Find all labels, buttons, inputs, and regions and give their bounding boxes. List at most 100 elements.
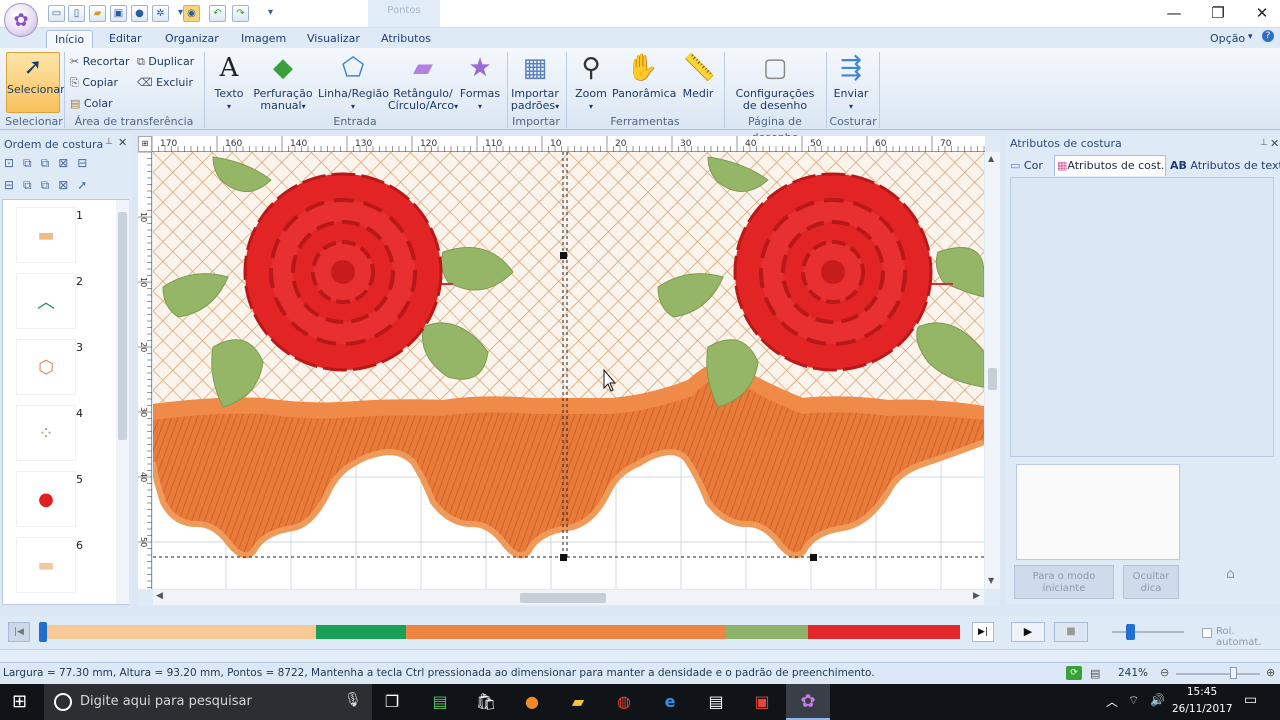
start-mode-button[interactable]: Para o modo iniciante bbox=[1014, 565, 1114, 599]
tab-sewing-attributes[interactable]: ▦Atributos de cost... bbox=[1054, 155, 1166, 176]
zoom-slider-thumb[interactable] bbox=[1230, 667, 1237, 679]
paste-button[interactable]: ▤ Colar bbox=[70, 95, 113, 113]
order-item-thumbnail[interactable]: ︿ bbox=[16, 273, 76, 329]
spreadsheet-app-icon[interactable]: ▤ bbox=[426, 688, 454, 716]
pan-button[interactable]: ✋ Panorâmica bbox=[612, 52, 676, 100]
circle-icon[interactable]: ● bbox=[131, 5, 148, 22]
close-icon[interactable]: ✕ bbox=[1270, 137, 1279, 150]
open-folder-icon[interactable]: ▰ bbox=[89, 5, 106, 22]
speed-slider-track[interactable] bbox=[1112, 631, 1184, 633]
zoom-slider-track[interactable] bbox=[1176, 673, 1260, 675]
color-sequence-bar[interactable] bbox=[42, 625, 960, 639]
rect-circle-arc-button[interactable]: ▰ Retângulo/Círculo/Arco▾ bbox=[388, 52, 458, 113]
chevron-down-icon[interactable]: ▾ bbox=[1248, 32, 1253, 42]
action-center-icon[interactable]: ▭ bbox=[1244, 692, 1257, 708]
order-item-thumbnail[interactable]: ⁘ bbox=[16, 405, 76, 461]
design-settings-button[interactable]: ▢ Configurações de desenho bbox=[730, 52, 820, 112]
task-view-icon[interactable]: ❐ bbox=[378, 688, 406, 716]
skip-start-button[interactable]: |◀ bbox=[8, 622, 30, 642]
panel-splitter[interactable] bbox=[0, 649, 1280, 662]
document-icon[interactable]: ▤ bbox=[1090, 664, 1100, 684]
app-menu-button[interactable]: ✿ bbox=[4, 3, 38, 37]
show-hidden-icons[interactable]: ︿ bbox=[1106, 693, 1118, 710]
zoom-in-icon[interactable]: ⊕ bbox=[1266, 663, 1275, 683]
chrome-icon[interactable]: ◍ bbox=[610, 688, 638, 716]
copy-button[interactable]: ⎘ Copiar bbox=[70, 74, 118, 92]
windows-start-icon[interactable]: ⊞ bbox=[12, 692, 32, 712]
wifi-icon[interactable]: ⌔ bbox=[1128, 693, 1139, 708]
media-app-icon[interactable]: ▣ bbox=[748, 688, 776, 716]
close-icon[interactable]: ✕ bbox=[118, 136, 127, 149]
speed-slider-thumb[interactable] bbox=[1126, 624, 1135, 640]
send-button[interactable]: ⇶ Enviar ▾ bbox=[830, 52, 872, 113]
import-patterns-button[interactable]: ▦ Importar padrões▾ bbox=[510, 52, 560, 113]
play-button[interactable]: ▶ bbox=[1011, 622, 1045, 642]
measure-button[interactable]: 📏 Medir bbox=[676, 52, 720, 100]
tab-text-attributes[interactable]: AB Atributos de texto bbox=[1170, 156, 1280, 176]
redo-icon[interactable]: ↷ bbox=[232, 5, 249, 22]
duplicate-button[interactable]: ⧉ Duplicar bbox=[137, 53, 194, 71]
timeline-slider-thumb[interactable] bbox=[39, 622, 47, 642]
embroidery-app-taskbar-icon[interactable]: ✿ bbox=[786, 684, 830, 720]
file-explorer-icon[interactable]: ▰ bbox=[564, 688, 592, 716]
option-menu[interactable]: Opção bbox=[1202, 30, 1253, 48]
tab-color[interactable]: ▭ Cor bbox=[1010, 156, 1043, 176]
text-button[interactable]: A Texto ▾ bbox=[209, 52, 249, 113]
store-icon[interactable]: 🛍 bbox=[472, 688, 500, 716]
maximize-button[interactable]: ❐ bbox=[1196, 2, 1240, 24]
order-toolbar-row-2[interactable]: ⊟⧉⧉⊠➚ bbox=[4, 178, 128, 196]
canvas-horizontal-scrollbar[interactable]: ◀ ▶ bbox=[153, 590, 984, 605]
microphone-icon[interactable]: 🎙 bbox=[344, 692, 362, 708]
volume-icon[interactable]: 🔊 bbox=[1150, 693, 1165, 707]
cut-button[interactable]: ✂ Recortar bbox=[70, 53, 130, 71]
order-toolbar-row-1[interactable]: ⊡⧉⧉⊠⊟ bbox=[4, 156, 128, 174]
select-button[interactable]: ➚ Selecionar bbox=[6, 52, 65, 113]
tab-editar[interactable]: Editar bbox=[101, 30, 150, 48]
undo-icon[interactable]: ↶ bbox=[209, 5, 226, 22]
auto-scroll-checkbox[interactable] bbox=[1202, 628, 1212, 638]
edge-icon[interactable]: e bbox=[656, 688, 684, 716]
help-icon[interactable]: ? bbox=[1262, 30, 1274, 42]
refresh-icon[interactable]: ⟳ bbox=[1066, 666, 1082, 680]
line-region-button[interactable]: ⬠ Linha/Região ▾ bbox=[318, 52, 389, 113]
window-icon[interactable]: ▭ bbox=[48, 5, 65, 22]
zoom-button[interactable]: ⚲ Zoom ▾ bbox=[570, 52, 612, 113]
clock-time[interactable]: 15:45 bbox=[1176, 686, 1228, 698]
delete-button[interactable]: ⌫ Excluir bbox=[137, 74, 193, 92]
color-segment[interactable] bbox=[315, 625, 406, 639]
notepad-icon[interactable]: ▤ bbox=[702, 688, 730, 716]
color-segment[interactable] bbox=[807, 625, 960, 639]
gear-icon[interactable]: ✲ bbox=[152, 5, 169, 22]
tab-atributos[interactable]: Atributos bbox=[373, 30, 439, 48]
clock-date[interactable]: 26/11/2017 bbox=[1172, 703, 1233, 715]
stop-button[interactable]: ■ bbox=[1054, 622, 1088, 642]
shapes-button[interactable]: ★ Formas ▾ bbox=[458, 52, 502, 113]
manual-punch-button[interactable]: ◆ Perfuração manual▾ bbox=[252, 52, 314, 113]
skip-end-button[interactable]: ▶| bbox=[972, 622, 994, 642]
design-canvas[interactable] bbox=[153, 152, 984, 589]
taskbar-search-box[interactable]: Digite aqui para pesquisar 🎙 bbox=[44, 684, 372, 720]
new-file-icon[interactable]: ▯ bbox=[68, 5, 85, 22]
stitch-simulator-icon[interactable]: ◉ bbox=[183, 5, 200, 22]
ruler-corner[interactable]: ⊞ bbox=[138, 136, 152, 152]
color-segment[interactable] bbox=[42, 625, 316, 639]
tab-visualizar[interactable]: Visualizar bbox=[299, 30, 368, 48]
tab-imagem[interactable]: Imagem bbox=[233, 30, 294, 48]
hide-tip-button[interactable]: Ocultar dica bbox=[1123, 565, 1179, 599]
firefox-icon[interactable]: ● bbox=[518, 688, 546, 716]
color-segment[interactable] bbox=[724, 625, 808, 639]
tab-organizar[interactable]: Organizar bbox=[157, 30, 227, 48]
order-list-scrollbar[interactable] bbox=[116, 200, 129, 604]
customize-qat-icon[interactable]: ▾ bbox=[262, 5, 279, 22]
order-item-thumbnail[interactable]: ▬ bbox=[16, 207, 76, 263]
order-item-thumbnail[interactable]: ▬ bbox=[16, 537, 76, 593]
order-item-thumbnail[interactable]: ● bbox=[16, 471, 76, 527]
color-segment[interactable] bbox=[405, 625, 725, 639]
tab-inicio[interactable]: Início bbox=[46, 30, 94, 48]
pin-icon[interactable]: ⊥ bbox=[105, 137, 113, 147]
machine-icon[interactable]: ⌂ bbox=[1226, 566, 1256, 584]
order-item-thumbnail[interactable]: ⬡ bbox=[16, 339, 76, 395]
zoom-out-icon[interactable]: ⊖ bbox=[1160, 663, 1169, 683]
canvas-vertical-scrollbar[interactable]: ▲ ▼ bbox=[985, 152, 1000, 589]
save-icon[interactable]: ▣ bbox=[110, 5, 127, 22]
